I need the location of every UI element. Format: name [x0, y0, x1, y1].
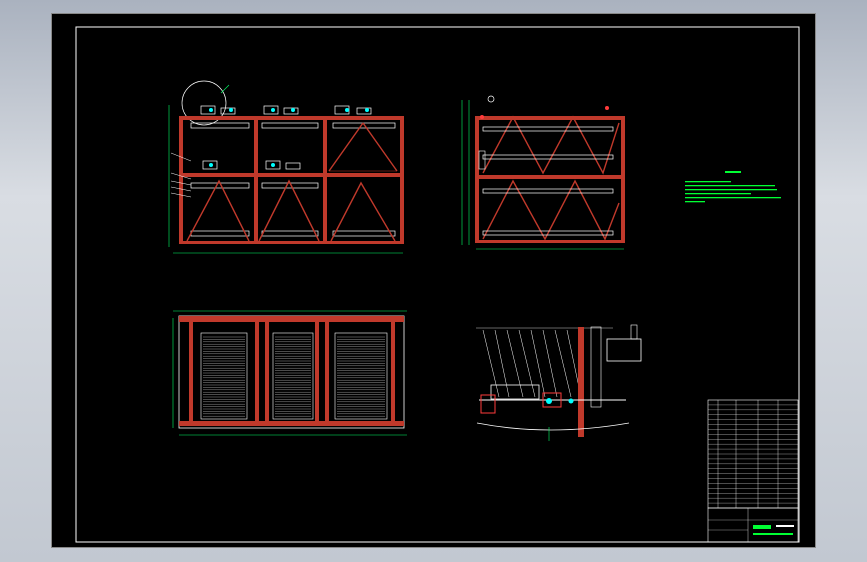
- technical-notes: [685, 171, 781, 203]
- plan-view: [172, 310, 407, 436]
- title-block: [707, 507, 799, 543]
- drum-cylinder: [490, 384, 540, 400]
- sheet-outer-edge: [51, 13, 816, 548]
- cad-sheet: [51, 13, 816, 548]
- plan-pallet-hatch: [200, 332, 388, 420]
- side-base-beam: [475, 240, 625, 243]
- front-base-beam: [179, 241, 404, 244]
- motor-housing: [606, 338, 642, 362]
- drawing-border: [75, 26, 800, 543]
- front-mid-beam: [179, 173, 404, 177]
- side-mid-beam: [475, 175, 625, 179]
- drive-detail-view: [476, 324, 642, 441]
- parts-list-table: [707, 399, 799, 509]
- cad-drawing: [51, 13, 816, 548]
- side-elevation-view: [461, 95, 625, 250]
- side-top-beam: [475, 116, 625, 120]
- front-top-beam: [179, 116, 404, 120]
- front-elevation-view: [168, 80, 404, 254]
